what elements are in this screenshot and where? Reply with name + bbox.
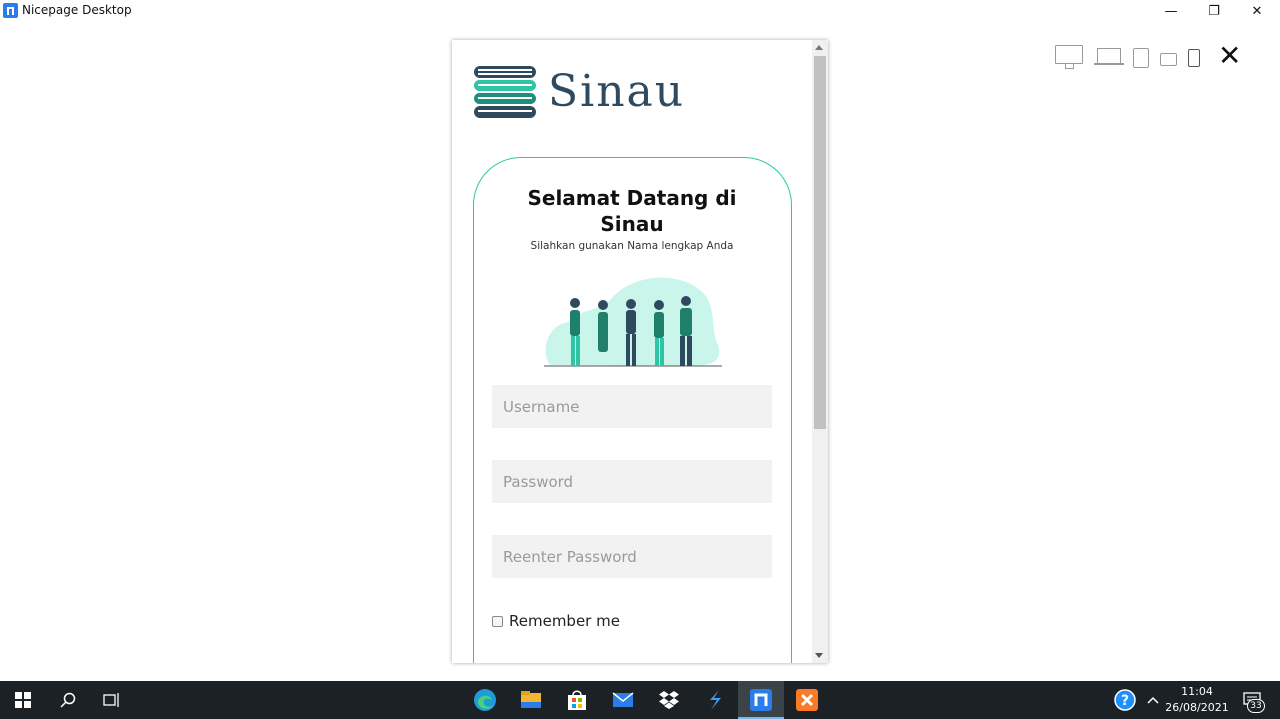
tablet-landscape-icon[interactable] bbox=[1160, 53, 1177, 66]
nicepage-app-icon bbox=[3, 3, 18, 18]
taskbar: ? 11:04 26/08/2021 33 bbox=[0, 681, 1280, 719]
students-illustration bbox=[544, 277, 722, 367]
minimize-button[interactable]: — bbox=[1149, 0, 1193, 22]
scroll-down-arrow-icon[interactable] bbox=[815, 653, 823, 658]
taskbar-store[interactable] bbox=[554, 681, 600, 719]
taskbar-edge[interactable] bbox=[462, 681, 508, 719]
help-icon: ? bbox=[1114, 689, 1136, 711]
taskbar-dropbox[interactable] bbox=[646, 681, 692, 719]
close-icon: ✕ bbox=[1251, 3, 1263, 19]
welcome-heading: Selamat Datang di Sinau bbox=[527, 186, 737, 236]
restore-icon: ❐ bbox=[1208, 3, 1220, 19]
username-input[interactable] bbox=[492, 385, 772, 428]
phone-icon[interactable] bbox=[1188, 49, 1200, 67]
tablet-icon[interactable] bbox=[1133, 48, 1149, 68]
edge-icon bbox=[474, 689, 496, 711]
remember-me-row: Remember me bbox=[492, 612, 620, 630]
task-view-icon bbox=[103, 693, 119, 707]
window-title: Nicepage Desktop bbox=[22, 3, 132, 17]
reenter-password-input[interactable] bbox=[492, 535, 772, 578]
remember-me-checkbox[interactable] bbox=[492, 615, 503, 627]
restore-button[interactable]: ❐ bbox=[1192, 0, 1236, 22]
notification-count-badge: 33 bbox=[1247, 699, 1265, 713]
svg-text:?: ? bbox=[1121, 693, 1129, 709]
search-icon bbox=[60, 692, 76, 708]
xampp-icon bbox=[796, 689, 818, 711]
taskbar-mail[interactable] bbox=[600, 681, 646, 719]
scroll-thumb[interactable] bbox=[814, 56, 826, 429]
windows-start-icon bbox=[15, 692, 31, 708]
taskbar-nicepage[interactable] bbox=[738, 681, 784, 719]
desktop-icon[interactable] bbox=[1055, 45, 1083, 69]
preview-scrollbar[interactable] bbox=[812, 40, 828, 663]
scroll-up-arrow-icon[interactable] bbox=[815, 45, 823, 50]
close-window-button[interactable]: ✕ bbox=[1235, 0, 1279, 22]
chevron-up-icon bbox=[1147, 696, 1159, 704]
store-icon bbox=[568, 690, 586, 710]
start-button[interactable] bbox=[0, 681, 46, 719]
login-card: Selamat Datang di Sinau Silahkan gunakan… bbox=[473, 157, 792, 663]
brand-name: Sinau bbox=[548, 66, 686, 117]
minimize-icon: — bbox=[1164, 3, 1178, 19]
dropbox-icon bbox=[659, 691, 679, 709]
mail-icon bbox=[612, 692, 634, 707]
taskbar-clock[interactable]: 11:04 26/08/2021 bbox=[1164, 684, 1230, 716]
mobile-preview-frame: Sinau Selamat Datang di Sinau Silahkan g… bbox=[452, 40, 828, 663]
taskbar-xampp[interactable] bbox=[784, 681, 830, 719]
close-preview-button[interactable]: ✕ bbox=[1218, 40, 1241, 72]
title-bar: Nicepage Desktop — ❐ ✕ bbox=[0, 0, 1280, 22]
laptop-icon[interactable] bbox=[1094, 48, 1124, 65]
remember-me-label[interactable]: Remember me bbox=[509, 612, 620, 630]
nicepage-icon bbox=[750, 689, 772, 711]
taskbar-file-explorer[interactable] bbox=[508, 681, 554, 719]
task-view-button[interactable] bbox=[89, 681, 135, 719]
taskbar-vscode[interactable] bbox=[692, 681, 738, 719]
file-explorer-icon bbox=[521, 691, 541, 708]
search-button[interactable] bbox=[45, 681, 91, 719]
subtitle: Silahkan gunakan Nama lengkap Anda bbox=[530, 240, 734, 252]
books-logo-icon bbox=[474, 66, 536, 118]
password-input[interactable] bbox=[492, 460, 772, 503]
vscode-icon bbox=[710, 690, 721, 710]
show-hidden-icons-button[interactable] bbox=[1140, 681, 1166, 719]
clock-time: 11:04 bbox=[1181, 685, 1213, 698]
clock-date: 26/08/2021 bbox=[1165, 701, 1229, 714]
